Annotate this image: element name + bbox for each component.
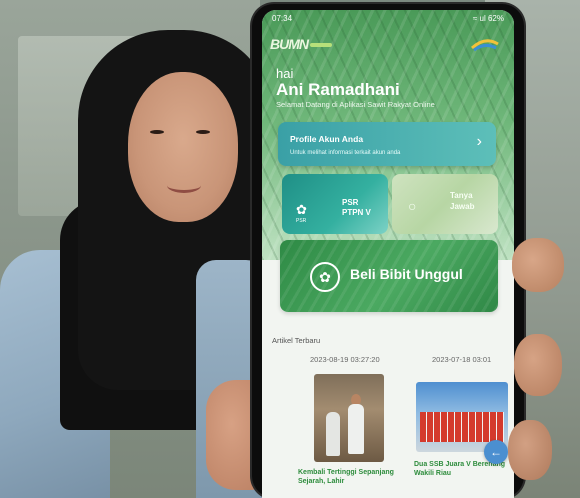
palm-icon: ✿ [310, 262, 340, 292]
phone-screen: 07:34 ≈ ul 62% BUMN hai Ani Ramadhani Se… [262, 10, 514, 498]
person-thumb [512, 238, 564, 292]
article-thumbnail[interactable] [314, 374, 384, 462]
person-finger [508, 420, 552, 480]
bumn-logo-text: BUMN [270, 36, 309, 52]
articles-section-title: Artikel Terbaru [272, 336, 321, 345]
beli-bibit-label: Beli Bibit Unggul [350, 266, 463, 282]
person-left-eye [150, 130, 164, 134]
article-caption[interactable]: Kembali Tertinggi Sepanjang Sejarah, Lah… [298, 468, 398, 486]
profile-card-title: Profile Akun Anda [290, 134, 364, 144]
leaf-icon: ✿ [296, 202, 307, 217]
chevron-right-icon: › [476, 133, 482, 150]
greeting: hai [276, 66, 294, 81]
person-right-eye [196, 130, 210, 134]
person-finger [514, 334, 562, 396]
article-date: 2023-07-18 03:01 [432, 355, 492, 364]
bumn-logo-bar [310, 43, 332, 48]
ptpn-logo-icon [470, 39, 499, 52]
person-smile [167, 178, 201, 193]
article-date: 2023-08-19 03:27:20 [310, 355, 380, 364]
status-indicators: ≈ ul 62% [472, 13, 504, 23]
beli-bibit-tile[interactable]: ✿ Beli Bibit Unggul [280, 240, 498, 312]
tanya-jawab-tile[interactable]: ○ Tanya Jawab [392, 174, 498, 234]
arrow-left-icon[interactable]: ← [484, 440, 508, 464]
welcome-text: Selamat Datang di Aplikasi Sawit Rakyat … [276, 100, 435, 109]
psr-icon-caption: PSR [296, 218, 307, 224]
status-time: 07:34 [272, 13, 293, 23]
chat-icon: ○ [408, 198, 417, 214]
bumn-logo: BUMN [270, 36, 332, 52]
status-bar: 07:34 ≈ ul 62% [262, 10, 514, 26]
psr-ptpn-label: PSR PTPN V [342, 198, 371, 217]
person-face [128, 72, 238, 222]
profile-card[interactable]: Profile Akun Anda Untuk melihat informas… [278, 122, 496, 166]
user-name: Ani Ramadhani [276, 80, 400, 99]
profile-card-subtitle: Untuk melihat informasi terkait akun and… [290, 150, 401, 156]
tanya-jawab-label: Tanya Jawab [450, 191, 475, 211]
psr-ptpn-tile[interactable]: ✿ PSR PSR PTPN V [282, 174, 388, 234]
